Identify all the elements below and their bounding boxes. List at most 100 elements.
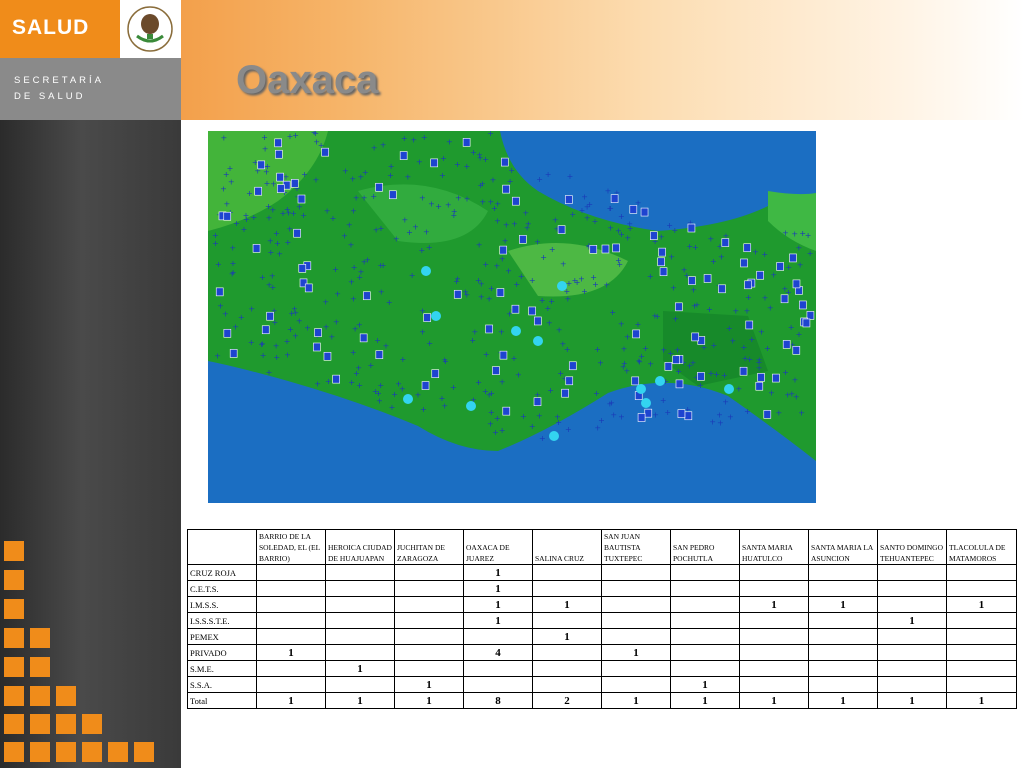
table-cell [877, 580, 947, 597]
hospital-marker-icon [453, 289, 462, 299]
clinic-marker-icon: + [341, 231, 348, 240]
clinic-marker-icon: + [748, 335, 755, 344]
table-cell [394, 612, 464, 629]
clinic-marker-icon: + [594, 345, 601, 354]
table-cell [325, 676, 395, 693]
table-cell [532, 612, 602, 629]
clinic-marker-icon: + [668, 252, 675, 261]
clinic-marker-icon: + [377, 261, 384, 270]
clinic-marker-icon: + [287, 132, 294, 141]
hospital-marker-icon [252, 244, 261, 253]
clinic-marker-icon: + [323, 322, 330, 331]
clinic-marker-icon: + [350, 294, 357, 303]
clinic-marker-icon: + [374, 336, 381, 345]
clinic-marker-icon: + [581, 193, 588, 202]
clinic-marker-icon: + [660, 396, 667, 405]
hospital-marker-icon [629, 205, 638, 214]
clinic-marker-icon: + [592, 280, 599, 289]
clinic-marker-icon: + [386, 298, 393, 307]
clinic-marker-icon: + [261, 133, 268, 142]
clinic-marker-icon: + [745, 293, 752, 302]
secretaria-label: SECRETARÍA DE SALUD [0, 58, 181, 120]
clinic-marker-icon: + [727, 413, 734, 422]
clinic-marker-icon: + [348, 278, 355, 287]
clinic-marker-icon: + [505, 266, 512, 275]
clinic-marker-icon: + [378, 224, 385, 233]
clinic-marker-icon: + [569, 210, 576, 219]
clinic-marker-icon: + [742, 354, 749, 363]
clinic-marker-icon: + [230, 259, 237, 268]
clinic-marker-icon: + [607, 400, 614, 409]
clinic-marker-icon: + [479, 198, 486, 207]
table-cell [808, 628, 878, 645]
clinic-marker-icon: + [262, 145, 269, 154]
hospital-marker-icon [423, 313, 431, 322]
table-cell [877, 660, 947, 677]
column-header: BARRIO DE LA SOLEDAD, EL (EL BARRIO) [256, 529, 326, 565]
hospital-marker-icon [223, 328, 232, 338]
clinic-marker-icon: + [798, 409, 805, 418]
clinic-marker-icon: + [559, 340, 566, 349]
clinic-marker-icon: + [419, 194, 426, 203]
clinic-marker-icon: + [795, 243, 802, 252]
hospital-marker-icon [802, 318, 811, 328]
hospital-marker-icon [561, 388, 569, 398]
clinic-marker-icon: + [545, 304, 552, 313]
clinic-marker-icon: + [220, 184, 227, 193]
clinic-marker-icon: + [560, 259, 567, 268]
hospital-marker-icon [772, 373, 780, 383]
clinic-marker-icon: + [334, 290, 341, 299]
hospital-marker-icon [612, 243, 620, 253]
clinic-marker-icon: + [690, 358, 697, 367]
table-cell: 1 [463, 596, 533, 613]
table-row: C.E.T.S. 1 [187, 580, 1017, 597]
hospital-marker-icon [421, 381, 430, 390]
table-cell [808, 564, 878, 581]
table-cell [325, 580, 395, 597]
clinic-marker-icon: + [732, 307, 739, 316]
clinic-marker-icon: + [511, 220, 518, 229]
clinic-marker-icon: + [475, 378, 482, 387]
table-cell [946, 564, 1017, 581]
hospital-marker-icon [675, 302, 683, 312]
clinic-marker-icon: + [624, 233, 631, 242]
clinic-marker-icon: + [556, 326, 563, 335]
clinic-marker-icon: + [428, 200, 435, 209]
oaxaca-map: + + + + + + + + + + + + + + + + + + + + + + + + + + + + + + + + + + + + + + + +… [208, 131, 816, 503]
row-label: I.M.S.S. [187, 596, 257, 613]
facilities-table-container: BARRIO DE LA SOLEDAD, EL (EL BARRIO) HER… [187, 529, 1017, 709]
hospital-marker-icon [275, 149, 283, 159]
clinic-marker-icon: + [536, 175, 543, 184]
clinic-marker-icon: + [284, 205, 291, 214]
clinic-marker-icon: + [273, 341, 280, 350]
hospital-marker-icon [375, 350, 384, 359]
hospital-marker-icon [304, 283, 313, 293]
hospital-marker-icon [718, 284, 726, 294]
hospital-marker-icon [763, 410, 772, 419]
table-cell [739, 628, 809, 645]
table-cell: 1 [463, 612, 533, 629]
clinic-marker-icon: + [322, 297, 329, 306]
hospital-marker-icon [499, 350, 508, 360]
clinic-marker-icon: + [362, 168, 369, 177]
clinic-marker-icon: + [371, 144, 378, 153]
clinic-marker-icon: + [487, 131, 494, 138]
hospital-marker-icon [257, 160, 266, 170]
clinic-marker-icon: + [488, 284, 495, 293]
table-cell [532, 564, 602, 581]
clinic-marker-icon: + [609, 308, 616, 317]
clinic-marker-icon: + [670, 284, 677, 293]
brand-name: SALUD [12, 16, 90, 39]
table-cell [877, 628, 947, 645]
hospital-marker-icon [677, 409, 686, 418]
clinic-marker-icon: + [301, 170, 308, 179]
clinic-marker-icon: + [807, 249, 814, 258]
facilities-table: BARRIO DE LA SOLEDAD, EL (EL BARRIO) HER… [187, 529, 1017, 709]
hospital-marker-icon [215, 287, 224, 297]
column-header: HEROICA CIUDAD DE HUAJUAPAN [325, 529, 395, 565]
clinic-marker-icon: + [435, 202, 442, 211]
clinic-marker-icon: + [416, 158, 423, 167]
table-header-row: BARRIO DE LA SOLEDAD, EL (EL BARRIO) HER… [187, 529, 1017, 565]
clinic-marker-icon: + [214, 352, 221, 361]
clinic-marker-icon: + [228, 177, 235, 186]
